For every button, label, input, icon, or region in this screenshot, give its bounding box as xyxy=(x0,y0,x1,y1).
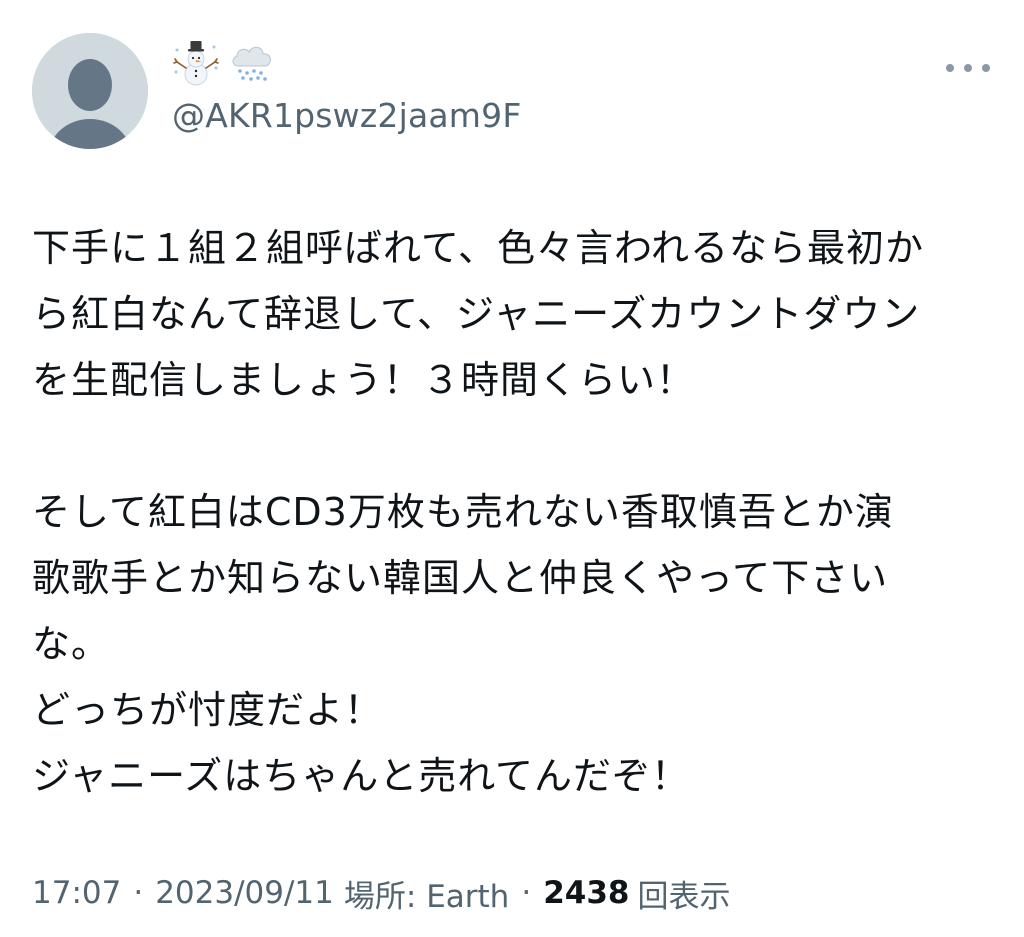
tweet-date[interactable]: 2023/09/11 xyxy=(155,875,334,911)
more-options-button[interactable] xyxy=(946,56,990,80)
tweet-text-line: を生配信しましょう！３時間くらい！ xyxy=(32,358,696,402)
tweet-text-line: 歌歌手とか知らない韓国人と仲良くやって下さい xyxy=(32,556,889,600)
tweet: @AKR1pswz2jaam9F 下手に１組２組呼ばれて、色々言われるなら最初か… xyxy=(0,0,1024,937)
more-dot-icon xyxy=(964,64,972,72)
user-handle[interactable]: @AKR1pswz2jaam9F xyxy=(172,96,522,136)
avatar[interactable] xyxy=(32,33,148,149)
tweet-location[interactable]: 場所: Earth xyxy=(344,871,509,916)
tweet-text-line: ジャニーズはちゃんと売れてんだぞ！ xyxy=(32,754,691,798)
tweet-text-line: どっちが忖度だよ！ xyxy=(32,688,384,732)
view-count: 2438 xyxy=(543,875,630,911)
display-name[interactable] xyxy=(172,38,276,86)
tweet-text-line: ら紅白なんて辞退して、ジャニーズカウントダウン xyxy=(32,292,921,336)
default-profile-icon xyxy=(32,33,148,149)
tweet-text-line: な。 xyxy=(32,622,111,666)
tweet-text-line: 下手に１組２組呼ばれて、色々言われるなら最初か xyxy=(32,226,925,270)
snowman-icon xyxy=(172,38,220,86)
more-dot-icon xyxy=(982,64,990,72)
meta-separator: · xyxy=(133,875,144,911)
view-count-label: 回表示 xyxy=(637,878,731,915)
tweet-meta: 17:07 · 2023/09/11 場所: Earth · 2438 回表示 xyxy=(32,868,730,918)
more-dot-icon xyxy=(946,64,954,72)
tweet-text-line: そして紅白はCD3万枚も売れない香取慎吾とか演 xyxy=(32,490,894,534)
cloud-with-snow-icon xyxy=(228,38,276,86)
tweet-text: 下手に１組２組呼ばれて、色々言われるなら最初か ら紅白なんて辞退して、ジャニーズ… xyxy=(32,215,992,809)
tweet-time[interactable]: 17:07 xyxy=(32,875,121,911)
meta-separator: · xyxy=(521,875,532,911)
